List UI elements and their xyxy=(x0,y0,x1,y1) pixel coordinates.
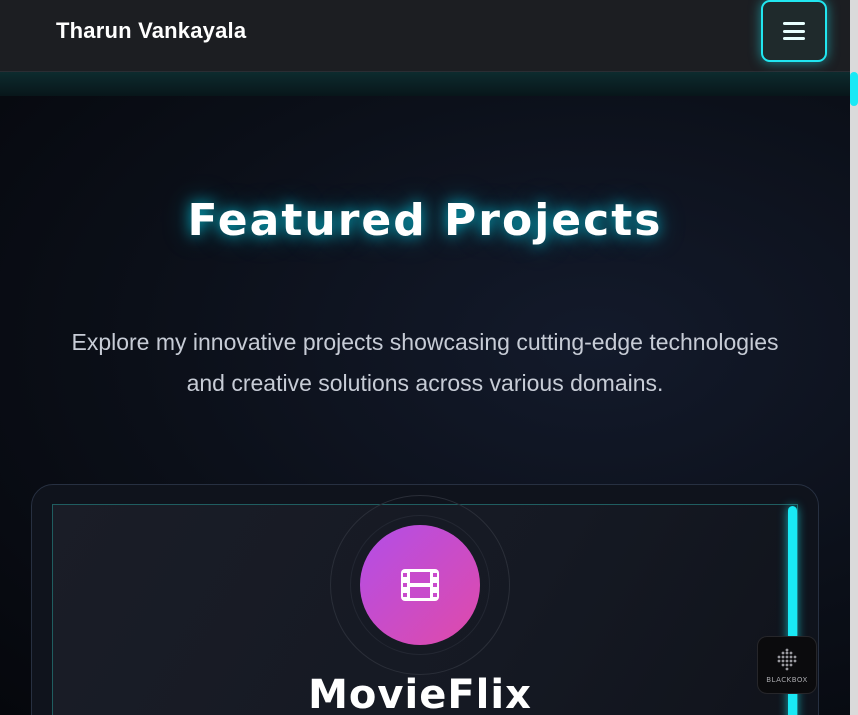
project-title: MovieFlix xyxy=(308,672,532,715)
navbar-glow xyxy=(0,72,850,96)
menu-button[interactable] xyxy=(761,0,827,62)
blackbox-logo-icon xyxy=(777,648,797,670)
blackbox-widget[interactable]: BLACKBOX xyxy=(757,636,817,694)
project-icon-badge xyxy=(360,525,480,645)
blackbox-label: BLACKBOX xyxy=(766,675,808,684)
section-subtitle: Explore my innovative projects showcasin… xyxy=(71,329,779,396)
brand-name[interactable]: Tharun Vankayala xyxy=(56,18,246,44)
film-icon xyxy=(401,569,439,601)
navbar: Tharun Vankayala xyxy=(0,0,850,72)
scrollbar-track[interactable] xyxy=(850,0,858,715)
scrollbar-thumb[interactable] xyxy=(850,72,858,106)
section-title: Featured Projects xyxy=(187,195,663,246)
hamburger-icon xyxy=(783,22,805,40)
